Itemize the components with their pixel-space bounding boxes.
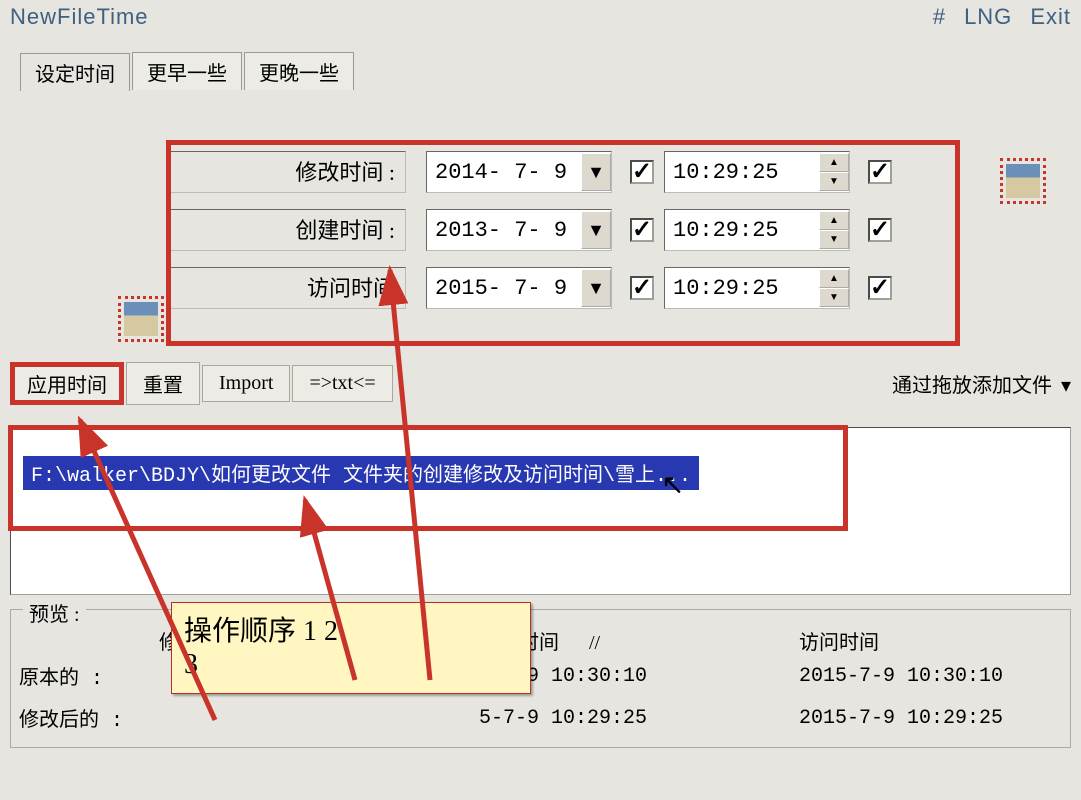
lng-button[interactable]: LNG — [964, 4, 1012, 30]
access-time-row: 访问时间 2015- 7- 9 ▼ 10:29:25 ▲▼ — [170, 266, 1061, 310]
apply-time-button[interactable]: 应用时间 — [10, 362, 124, 405]
create-date-dropdown[interactable]: 2013- 7- 9 ▼ — [426, 209, 612, 251]
preview-header-access: 访问时间 — [799, 626, 1059, 655]
modify-time-label: 修改时间 : — [170, 151, 406, 193]
create-date-checkbox[interactable] — [630, 218, 654, 242]
drag-hint[interactable]: 通过拖放添加文件 ▾ — [892, 369, 1071, 398]
tab-later[interactable]: 更晚一些 — [244, 52, 354, 90]
spinner-up-icon[interactable]: ▲ — [819, 269, 849, 288]
preview-original-access: 2015-7-9 10:30:10 — [799, 665, 1059, 688]
spinner-down-icon[interactable]: ▼ — [819, 288, 849, 307]
time-panel: 修改时间 : 2014- 7- 9 ▼ 10:29:25 ▲▼ 创建时间 : 2… — [20, 150, 1061, 310]
access-time-label: 访问时间 — [170, 267, 406, 309]
spinner-down-icon[interactable]: ▼ — [819, 230, 849, 249]
preview-group: 预览 : 修改时间 创建时间 // 访问时间 原本的 : 5-7-9 10:30… — [10, 609, 1071, 748]
modify-time-spinner[interactable]: 10:29:25 ▲▼ — [664, 151, 850, 193]
modify-date-checkbox[interactable] — [630, 160, 654, 184]
tabs: 设定时间 更早一些 更晚一些 — [20, 52, 1081, 90]
annotation-note-line-2: 3 — [184, 649, 518, 681]
create-time-row: 创建时间 : 2013- 7- 9 ▼ 10:29:25 ▲▼ — [170, 208, 1061, 252]
tab-earlier[interactable]: 更早一些 — [132, 52, 242, 90]
preview-after-row: 修改后的 : 5-7-9 10:29:25 2015-7-9 10:29:25 — [19, 697, 1062, 739]
spinner-up-icon[interactable]: ▲ — [819, 211, 849, 230]
access-date-dropdown[interactable]: 2015- 7- 9 ▼ — [426, 267, 612, 309]
file-list[interactable]: F:\walker\BDJY\如何更改文件 文件夹的创建修改及访问时间\雪上..… — [10, 427, 1071, 595]
file-selected-item[interactable]: F:\walker\BDJY\如何更改文件 文件夹的创建修改及访问时间\雪上..… — [23, 456, 699, 490]
app-title: NewFileTime — [10, 4, 915, 30]
preview-legend: 预览 : — [23, 598, 86, 627]
hash-button[interactable]: # — [933, 4, 946, 30]
exit-button[interactable]: Exit — [1030, 4, 1071, 30]
export-txt-button[interactable]: =>txt<= — [292, 365, 392, 402]
annotation-note-line-1: 操作顺序 1 2 — [184, 609, 518, 649]
preview-after-label: 修改后的 : — [19, 703, 159, 733]
preview-after-access: 2015-7-9 10:29:25 — [799, 707, 1059, 730]
access-time-checkbox[interactable] — [868, 276, 892, 300]
tab-set-time[interactable]: 设定时间 — [20, 53, 130, 91]
create-time-spinner[interactable]: 10:29:25 ▲▼ — [664, 209, 850, 251]
create-time-label: 创建时间 : — [170, 209, 406, 251]
spinner-down-icon[interactable]: ▼ — [819, 172, 849, 191]
reset-button[interactable]: 重置 — [126, 362, 200, 405]
preview-sep: // — [589, 632, 600, 654]
annotation-note: 操作顺序 1 2 3 — [171, 602, 531, 694]
preview-original-label: 原本的 : — [19, 661, 159, 691]
create-time-checkbox[interactable] — [868, 218, 892, 242]
preview-after-create: 5-7-9 10:29:25 — [479, 707, 799, 730]
app-icon-button-2[interactable] — [118, 296, 164, 342]
app-icon-button[interactable] — [1000, 158, 1046, 204]
spinner-up-icon[interactable]: ▲ — [819, 153, 849, 172]
access-time-spinner[interactable]: 10:29:25 ▲▼ — [664, 267, 850, 309]
import-button[interactable]: Import — [202, 365, 290, 402]
toolbar: 应用时间 重置 Import =>txt<= 通过拖放添加文件 ▾ — [10, 362, 1071, 405]
dropdown-icon[interactable]: ▼ — [581, 269, 611, 307]
dropdown-icon[interactable]: ▼ — [581, 211, 611, 249]
titlebar: NewFileTime # LNG Exit — [0, 0, 1081, 34]
chevron-down-icon: ▾ — [1061, 373, 1071, 398]
dropdown-icon[interactable]: ▼ — [581, 153, 611, 191]
access-date-checkbox[interactable] — [630, 276, 654, 300]
modify-time-checkbox[interactable] — [868, 160, 892, 184]
modify-time-row: 修改时间 : 2014- 7- 9 ▼ 10:29:25 ▲▼ — [170, 150, 1061, 194]
modify-date-dropdown[interactable]: 2014- 7- 9 ▼ — [426, 151, 612, 193]
